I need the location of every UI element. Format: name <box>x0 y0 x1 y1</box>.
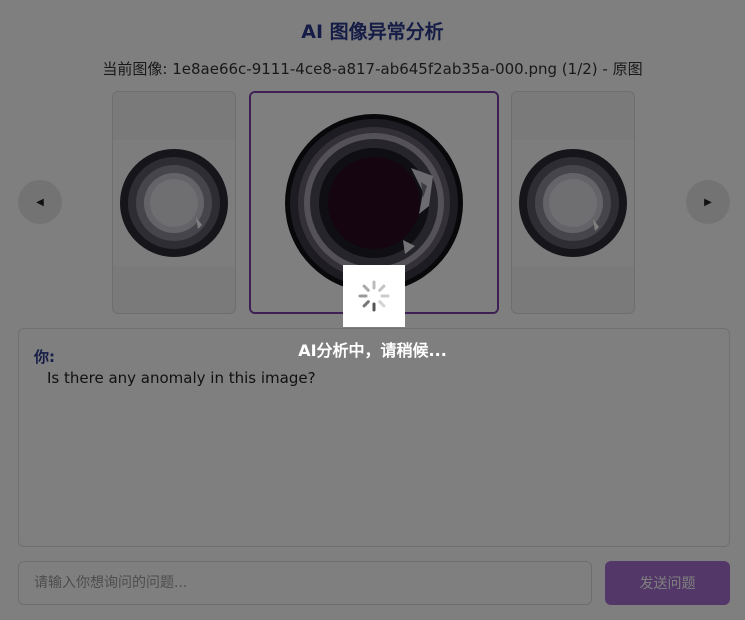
loading-spinner-box <box>343 265 405 327</box>
loading-text: AI分析中，请稍候... <box>298 341 447 360</box>
spinner-icon <box>358 280 390 312</box>
loading-overlay: AI分析中，请稍候... <box>0 0 745 620</box>
